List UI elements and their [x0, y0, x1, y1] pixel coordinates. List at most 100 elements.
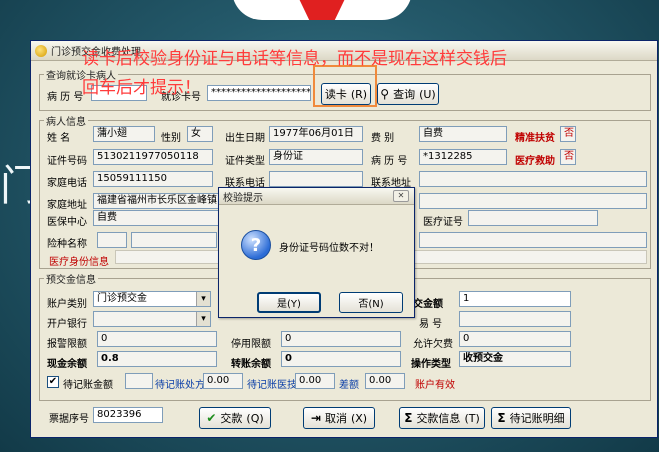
cash-balance-label: 现金余额 [47, 359, 87, 370]
pending-prescription-label: 待记账处方 [155, 380, 205, 391]
contact-phone-field[interactable] [269, 171, 363, 187]
difference-field[interactable]: 0.00 [365, 373, 405, 389]
pending-tech-field[interactable]: 0.00 [295, 373, 335, 389]
alarm-limit-field[interactable]: 0 [97, 331, 217, 347]
fee-type-field[interactable]: 自费 [419, 126, 507, 142]
pending-amount-checkbox[interactable]: ✔ [47, 376, 59, 388]
dialog-message: 身份证号码位数不对！ [279, 243, 379, 254]
sigma-icon: Σ [497, 411, 506, 425]
read-card-highlight-box [313, 65, 377, 107]
operation-type-field[interactable]: 收预交金 [459, 351, 571, 367]
medical-card-label: 医疗证号 [423, 217, 463, 228]
pending-tech-label: 待记账医技 [247, 380, 297, 391]
alarm-limit-label: 报警限额 [47, 339, 87, 350]
cancel-button[interactable]: ⇥ 取消 (X) [303, 407, 375, 429]
insurance-right-field[interactable] [419, 232, 647, 248]
ticket-number-label: 票据序号 [49, 414, 89, 425]
pay-button[interactable]: ✔ 交款 (Q) [199, 407, 271, 429]
validation-dialog: 校验提示 ✕ ? 身份证号码位数不对！ 是(Y) 否(N) [218, 187, 415, 318]
query-record-label: 病 历 号 [47, 92, 84, 103]
query-label: 查询 [393, 88, 416, 101]
gender-field[interactable]: 女 [187, 126, 213, 142]
difference-label: 差额 [339, 380, 359, 391]
stop-limit-label: 停用限额 [231, 339, 271, 350]
pay-info-button[interactable]: Σ 交款信息 (T) [399, 407, 485, 429]
insurance-type-label: 险种名称 [47, 239, 87, 250]
query-button[interactable]: ⚲ 查询 (U) [377, 83, 439, 105]
annotation-line-1: 读卡后校验身份证与电话等信息，而不是现在这样交钱后 [82, 49, 507, 69]
id-label: 证件号码 [47, 156, 87, 167]
deposit-amount-label: 交金额 [413, 299, 443, 310]
aid-field[interactable]: 否 [560, 149, 576, 165]
pending-amount-field[interactable] [125, 373, 153, 389]
medical-identity-label: 医疗身份信息 [49, 257, 109, 268]
patient-group-legend: 病人信息 [46, 117, 86, 128]
allow-owe-label: 允许欠费 [413, 339, 453, 350]
patient-record-field[interactable]: *1312285 [419, 149, 507, 165]
pending-prescription-field[interactable]: 0.00 [203, 373, 243, 389]
home-address-label: 家庭地址 [47, 200, 87, 211]
gender-label: 性别 [161, 133, 181, 144]
cash-balance-field[interactable]: 0.8 [97, 351, 217, 367]
pending-amount-label: 待记账金额 [63, 380, 113, 391]
card-number-input[interactable]: *********************** [207, 85, 311, 101]
insurance-type-extra[interactable] [131, 232, 217, 248]
phone-field[interactable]: 15059111150 [93, 171, 213, 187]
operation-type-label: 操作类型 [411, 359, 451, 370]
account-status-text: 账户有效 [415, 380, 455, 391]
insurance-center-label: 医保中心 [47, 217, 87, 228]
door-exit-icon: ⇥ [310, 411, 321, 425]
id-type-field[interactable]: 身份证 [269, 149, 363, 165]
contact-address-field[interactable] [419, 171, 647, 187]
poverty-field[interactable]: 否 [560, 126, 576, 142]
bank-select[interactable] [93, 311, 211, 327]
patient-record-label: 病 历 号 [371, 156, 408, 167]
id-field[interactable]: 5130211977050118 [93, 149, 213, 165]
insurance-type-field[interactable] [97, 232, 127, 248]
cancel-key: (X) [350, 411, 368, 425]
pay-key: (Q) [246, 411, 264, 425]
name-label: 姓 名 [47, 133, 71, 144]
prepay-group-legend: 预交金信息 [46, 275, 96, 286]
medical-card-field[interactable] [468, 210, 598, 226]
name-field[interactable]: 蒲小翅 [93, 126, 155, 142]
stop-limit-field[interactable]: 0 [281, 331, 401, 347]
trade-no-label: 易 号 [419, 319, 443, 330]
dialog-titlebar: 校验提示 [219, 188, 414, 205]
aid-label: 医疗救助 [515, 156, 555, 167]
check-icon: ✔ [206, 411, 217, 425]
transfer-balance-label: 转账余额 [231, 359, 271, 370]
account-type-select[interactable]: 门诊预交金 [93, 291, 211, 307]
poverty-label: 精准扶贫 [515, 133, 555, 144]
app-icon [35, 44, 47, 57]
id-type-label: 证件类型 [225, 156, 265, 167]
dialog-yes-button[interactable]: 是(Y) [257, 292, 321, 313]
dialog-title: 校验提示 [223, 192, 263, 204]
dialog-close-icon[interactable]: ✕ [393, 190, 409, 202]
pay-info-key: (T) [464, 411, 480, 425]
sigma-icon: Σ [404, 411, 413, 425]
trade-no-field[interactable] [459, 311, 571, 327]
bank-label: 开户银行 [47, 319, 87, 330]
query-key: (U) [419, 87, 436, 101]
pay-info-label: 交款信息 [416, 412, 461, 425]
dob-field[interactable]: 1977年06月01日 [269, 126, 363, 142]
dob-label: 出生日期 [225, 133, 265, 144]
ticket-number-input[interactable]: 8023396 [93, 407, 163, 423]
pending-detail-label: 待记账明细 [509, 412, 565, 425]
question-icon: ? [241, 230, 271, 260]
deposit-amount-input[interactable]: 1 [459, 291, 571, 307]
red-cross-logo [232, 0, 412, 20]
cancel-label: 取消 [324, 412, 347, 425]
binoculars-icon: ⚲ [380, 87, 390, 101]
pay-label: 交款 [220, 412, 243, 425]
pending-detail-button[interactable]: Σ 待记账明细 [491, 407, 571, 429]
transfer-balance-field[interactable]: 0 [281, 351, 401, 367]
annotation-line-2: 回车后才提示！ [82, 78, 201, 98]
fee-type-label: 费 别 [371, 133, 395, 144]
account-type-label: 账户类别 [47, 299, 87, 310]
allow-owe-field[interactable]: 0 [459, 331, 571, 347]
address-extra-field[interactable] [419, 193, 647, 209]
dialog-no-button[interactable]: 否(N) [339, 292, 403, 313]
phone-label: 家庭电话 [47, 178, 87, 189]
